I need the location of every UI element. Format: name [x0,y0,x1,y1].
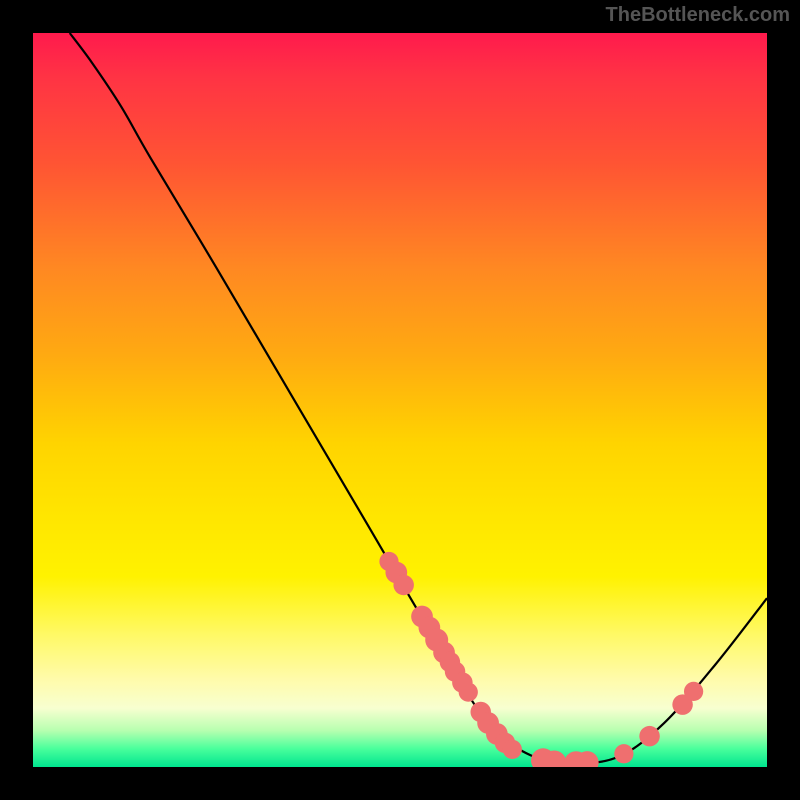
chart-marker [459,683,478,702]
chart-marker [639,726,659,746]
chart-marker [684,682,703,701]
attribution-text: TheBottleneck.com [606,4,790,27]
chart-overlay [33,33,767,767]
chart-markers [379,552,703,767]
chart-marker [393,575,413,595]
chart-curve [70,33,767,763]
chart-plot-area [33,33,767,767]
chart-marker [614,744,633,763]
chart-marker [503,740,522,759]
